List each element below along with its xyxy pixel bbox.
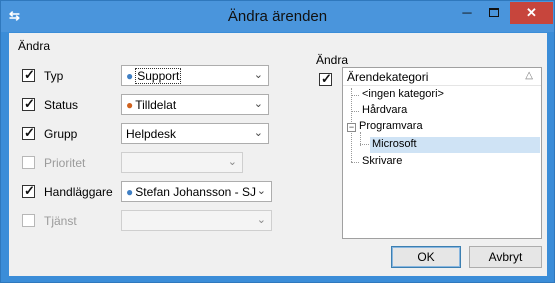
tree-item[interactable]: <ingen kategori> [362, 88, 444, 100]
status-label: Status [44, 98, 79, 112]
tree-item[interactable]: Hårdvara [362, 104, 407, 116]
chevron-down-icon: ⌄ [227, 156, 237, 168]
grupp-label: Grupp [44, 127, 78, 141]
tree-connector [351, 95, 359, 96]
check-icon: ✓ [24, 67, 35, 82]
left-section-label: Ändra [18, 39, 51, 53]
typ-value: Support [135, 68, 182, 84]
collapse-icon[interactable]: − [347, 123, 356, 132]
grupp-checkbox[interactable]: ✓ [22, 125, 35, 140]
check-icon: ✓ [24, 183, 35, 198]
status-icon: ● [126, 98, 134, 112]
handlaggare-combobox[interactable]: ● Stefan Johansson - SJ ⌄ [121, 181, 272, 202]
tree-item[interactable]: Programvara [359, 120, 423, 132]
person-icon: ● [126, 69, 134, 83]
tree-item-selected[interactable]: Microsoft [370, 137, 540, 153]
tree-connector [351, 162, 359, 163]
close-icon: ✕ [526, 5, 537, 20]
tree-connector [351, 111, 359, 112]
close-button[interactable]: ✕ [510, 2, 553, 24]
chevron-down-icon: ⌄ [253, 69, 263, 81]
prioritet-label: Prioritet [44, 156, 86, 170]
dialog-window: ⇆ Ändra ärenden ─ ✕ Ändra ✓ Typ ● Support… [0, 0, 555, 283]
tree-connector [360, 144, 369, 145]
tjanst-checkbox[interactable] [22, 214, 35, 227]
title-bar[interactable]: ⇆ Ändra ärenden ─ ✕ [1, 1, 554, 32]
tree-header-label: Ärendekategori [347, 70, 429, 84]
right-section-label: Ändra [316, 53, 349, 67]
kategori-checkbox[interactable]: ✓ [319, 71, 332, 86]
dialog-client-area: Ändra ✓ Typ ● Support ⌄ ✓ Status ● Tilldel… [9, 33, 547, 276]
grupp-value: Helpdesk [126, 127, 177, 141]
minimize-icon: ─ [462, 5, 472, 20]
typ-combobox[interactable]: ● Support ⌄ [121, 65, 269, 86]
handlaggare-checkbox[interactable]: ✓ [22, 183, 35, 198]
check-icon: ✓ [24, 125, 35, 140]
typ-label: Typ [44, 69, 64, 83]
handlaggare-value: Stefan Johansson - SJ [135, 185, 256, 199]
chevron-down-icon: ⌄ [253, 127, 263, 139]
category-tree[interactable]: Ärendekategori △ <ingen kategori> Hårdva… [342, 67, 542, 239]
tjanst-label: Tjänst [44, 214, 77, 228]
chevron-down-icon: ⌄ [253, 98, 263, 110]
tree-item[interactable]: Skrivare [362, 155, 402, 167]
tree-column-header[interactable]: Ärendekategori △ [343, 68, 541, 86]
chevron-down-icon: ⌄ [256, 214, 266, 226]
status-combobox[interactable]: ● Tilldelat ⌄ [121, 94, 269, 115]
status-value: Tilldelat [135, 98, 177, 112]
chevron-down-icon: ⌄ [256, 185, 266, 197]
minimize-button[interactable]: ─ [454, 2, 480, 24]
cancel-button[interactable]: Avbryt [469, 246, 542, 268]
prioritet-combobox[interactable]: ⌄ [121, 152, 243, 173]
sort-ascending-icon: △ [525, 70, 533, 81]
maximize-icon [489, 7, 499, 17]
ok-button[interactable]: OK [391, 246, 461, 268]
handlaggare-label: Handläggare [44, 185, 113, 199]
tjanst-combobox[interactable]: ⌄ [121, 210, 272, 231]
check-icon: ✓ [24, 96, 35, 111]
check-icon: ✓ [321, 71, 332, 86]
prioritet-checkbox[interactable] [22, 156, 35, 169]
typ-checkbox[interactable]: ✓ [22, 67, 35, 82]
grupp-combobox[interactable]: Helpdesk ⌄ [121, 123, 269, 144]
person-icon: ● [126, 185, 134, 199]
maximize-button[interactable] [481, 2, 507, 24]
status-checkbox[interactable]: ✓ [22, 96, 35, 111]
